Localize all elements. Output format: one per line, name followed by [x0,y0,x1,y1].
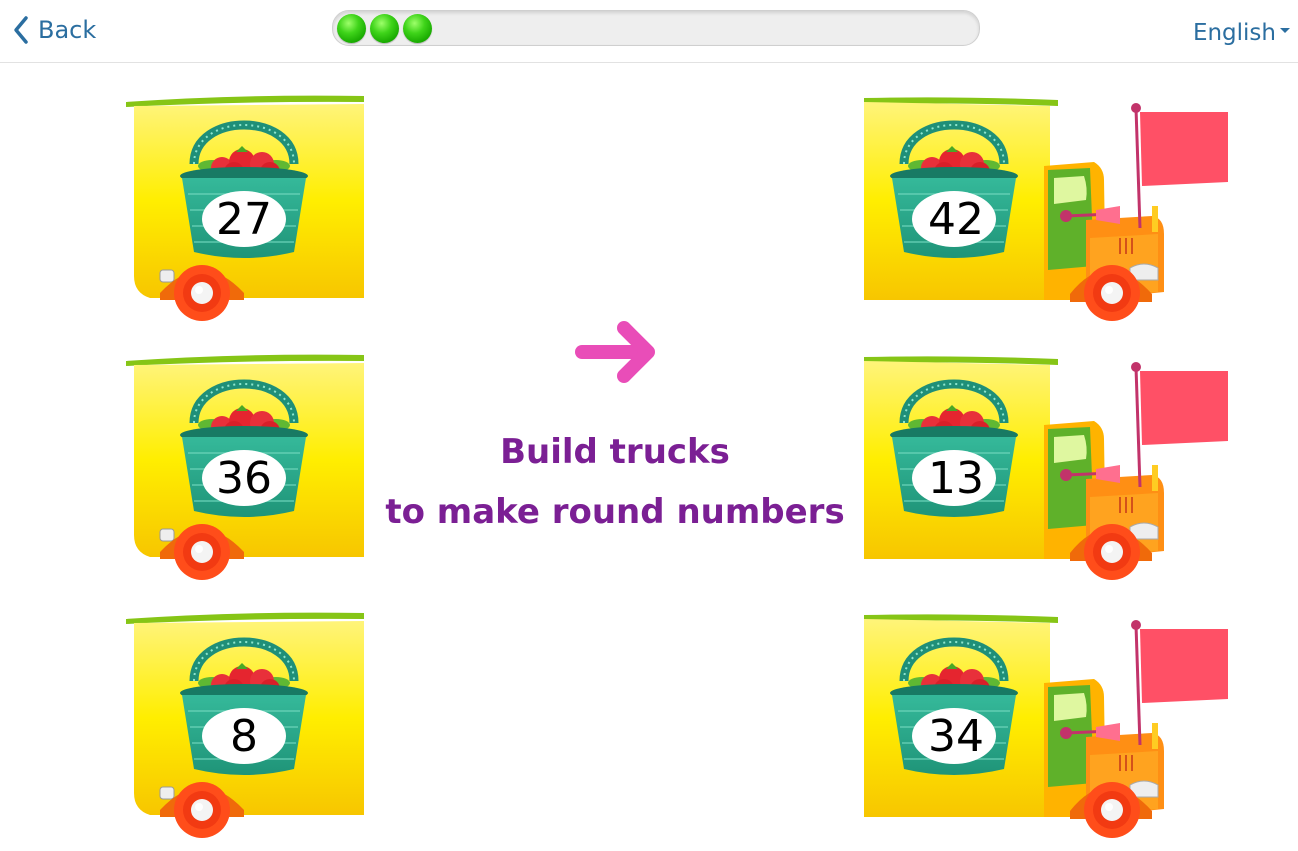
truck-front-number: 13 [928,453,984,504]
progress-dot [370,14,399,43]
truck-front-number: 42 [928,194,984,245]
truck-front-2[interactable]: 13 [858,347,1228,587]
truck-back-1[interactable]: 27 [120,88,490,328]
truck-front-1[interactable]: 42 [858,88,1228,328]
top-bar: Back English [0,0,1298,63]
progress-bar [332,10,980,46]
truck-front-graphic [858,88,1238,328]
chevron-down-icon [1280,27,1290,33]
truck-back-3[interactable]: 8 [120,605,490,845]
language-label: English [1192,20,1276,46]
instruction-line-1: Build trucks [500,432,730,472]
progress-dot [337,14,366,43]
chevron-left-icon [14,16,28,44]
truck-back-number: 27 [216,194,272,245]
truck-front-number: 34 [928,711,984,762]
arrow-right-icon [575,321,655,383]
truck-front-graphic [858,605,1238,845]
progress-dots [337,14,432,43]
back-label: Back [38,16,97,44]
truck-front-3[interactable]: 34 [858,605,1228,845]
truck-back-number: 8 [230,711,258,762]
progress-dot [403,14,432,43]
truck-back-number: 36 [216,453,272,504]
back-button[interactable]: Back [12,12,96,48]
instruction-text: Build trucks to make round numbers [360,422,870,542]
language-selector[interactable]: English [1193,20,1290,46]
truck-front-graphic [858,347,1238,587]
instruction-line-2: to make round numbers [385,492,845,532]
